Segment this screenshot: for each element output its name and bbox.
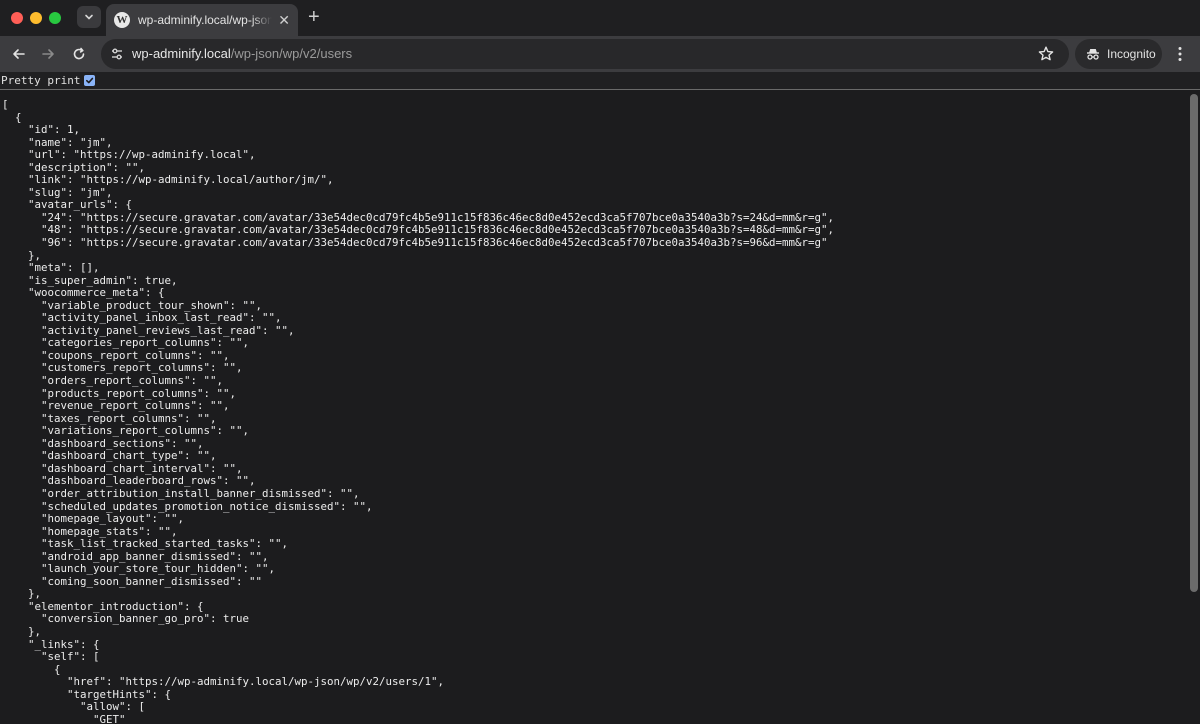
json-line: "id": 1, <box>2 123 81 137</box>
json-line: "self": [ <box>2 650 100 664</box>
json-line: [ <box>2 98 9 111</box>
json-line: "task_list_tracked_started_tasks": "", <box>2 537 289 551</box>
json-viewer: [ { "id": 1, "name": "jm", "url": "https… <box>0 90 1188 724</box>
active-tab[interactable]: W wp-adminify.local/wp-json/wp/v2/users … <box>106 4 298 36</box>
json-line: "link": "https://wp-adminify.local/autho… <box>2 173 334 187</box>
url-host: wp-adminify.local <box>132 46 231 61</box>
checkmark-icon <box>86 77 94 84</box>
star-icon[interactable] <box>1037 45 1055 63</box>
json-line: }, <box>2 248 42 262</box>
json-line: "orders_report_columns": "", <box>2 374 224 388</box>
reload-icon <box>73 47 85 60</box>
reload-button[interactable] <box>68 43 90 65</box>
minimize-window-button[interactable] <box>30 12 42 24</box>
scrollbar-thumb[interactable] <box>1190 94 1198 592</box>
tab-title: wp-adminify.local/wp-json/wp/v2/users <box>138 13 273 27</box>
json-line: }, <box>2 624 42 638</box>
json-line: "order_attribution_install_banner_dismis… <box>2 486 360 500</box>
incognito-icon <box>1087 49 1099 60</box>
url-path: /wp-json/wp/v2/users <box>230 46 353 61</box>
kebab-menu-icon[interactable] <box>1172 45 1188 63</box>
json-line: "href": "https://wp-adminify.local/wp-js… <box>2 675 445 689</box>
tab-strip: W wp-adminify.local/wp-json/wp/v2/users … <box>0 0 1200 36</box>
close-window-button[interactable] <box>11 12 23 24</box>
json-line: "allow": [ <box>2 700 146 714</box>
tab-search-button[interactable] <box>77 6 101 28</box>
json-line: "GET" <box>2 712 126 724</box>
incognito-label: Incognito <box>1107 47 1156 61</box>
json-line: "url": "https://wp-adminify.local", <box>2 148 256 162</box>
json-line: }, <box>2 587 42 601</box>
browser-toolbar: wp-adminify.local/wp-json/wp/v2/users In… <box>0 36 1200 72</box>
incognito-button[interactable]: Incognito <box>1075 39 1162 69</box>
json-line: "variations_report_columns": "", <box>2 424 250 438</box>
json-line: "conversion_banner_go_pro": true <box>2 612 250 626</box>
json-line: "activity_panel_inbox_last_read": "", <box>2 311 282 325</box>
maximize-window-button[interactable] <box>49 12 61 24</box>
json-line: { <box>2 110 22 124</box>
wordpress-icon: W <box>114 12 130 28</box>
url-text[interactable]: wp-adminify.local/wp-json/wp/v2/users <box>132 46 352 61</box>
chevron-down-icon <box>85 14 93 20</box>
json-line: "coming_soon_banner_dismissed": "" <box>2 574 263 588</box>
json-line: "dashboard_chart_type": "", <box>2 449 217 463</box>
pretty-print-label: Pretty print <box>1 74 81 87</box>
back-button[interactable] <box>8 43 30 65</box>
json-line: "woocommerce_meta": { <box>2 286 165 300</box>
pretty-print-checkbox[interactable] <box>84 75 96 86</box>
arrow-right-icon <box>42 49 54 59</box>
pretty-print-bar: Pretty print <box>0 72 1200 90</box>
json-line: "96": "https://secure.gravatar.com/avata… <box>2 236 828 250</box>
json-line: "launch_your_store_tour_hidden": "", <box>2 562 276 576</box>
json-body: [ { "id": 1, "name": "jm", "url": "https… <box>2 98 834 724</box>
address-bar[interactable]: wp-adminify.local/wp-json/wp/v2/users <box>101 39 1069 69</box>
tune-icon[interactable] <box>109 46 125 62</box>
json-line: "revenue_report_columns": "", <box>2 399 230 413</box>
forward-button[interactable] <box>37 43 59 65</box>
new-tab-button[interactable]: + <box>308 7 320 27</box>
arrow-left-icon <box>13 49 25 59</box>
json-line: "meta": [], <box>2 261 100 275</box>
json-line: "homepage_layout": "", <box>2 512 185 526</box>
json-line: "_links": { <box>2 637 100 651</box>
close-tab-icon[interactable]: ✕ <box>278 13 290 27</box>
